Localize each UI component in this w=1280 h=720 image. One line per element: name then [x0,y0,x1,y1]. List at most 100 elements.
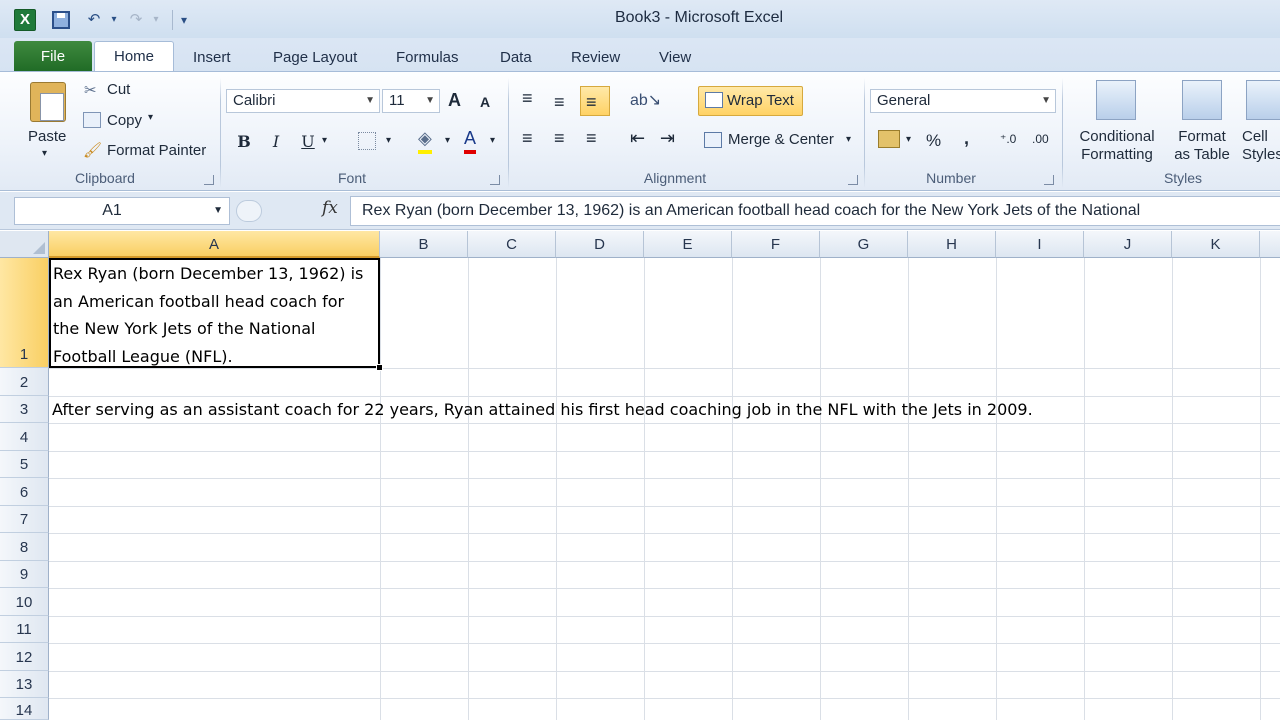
grow-font-icon[interactable]: A [448,90,461,111]
cut-button[interactable]: Cut [107,81,130,98]
grid-line [556,258,557,720]
increase-decimal-icon[interactable]: ⁺.0 [1000,132,1016,146]
paste-button[interactable]: Paste [28,128,66,145]
formula-input[interactable]: Rex Ryan (born December 13, 1962) is an … [350,196,1280,226]
row-header-6[interactable]: 6 [0,478,49,506]
row-header-14[interactable]: 14 [0,698,49,720]
bold-button[interactable]: B [232,130,256,154]
decrease-decimal-icon[interactable]: .00 [1032,132,1049,146]
cell-styles-label-2: Styles [1242,146,1280,163]
formula-bar-resize-handle[interactable] [236,200,262,222]
font-color-icon[interactable]: A [464,128,477,154]
column-header-b[interactable]: B [380,231,468,258]
tab-review[interactable]: Review [571,46,620,72]
decrease-indent-icon[interactable]: ⇤ [630,128,645,149]
row-header-11[interactable]: 11 [0,615,49,643]
borders-dropdown-icon[interactable]: ▾ [386,135,391,146]
comma-button[interactable]: , [964,128,969,149]
increase-indent-icon[interactable]: ⇥ [660,128,675,149]
format-as-table-icon[interactable] [1182,80,1222,120]
number-format-select[interactable]: General ▼ [870,89,1056,113]
tab-page-layout[interactable]: Page Layout [273,46,357,72]
row-header-10[interactable]: 10 [0,588,49,616]
orientation-icon[interactable]: ab↘ [630,90,661,110]
font-name-select[interactable]: Calibri ▼ [226,89,380,113]
font-size-select[interactable]: 11 ▼ [382,89,440,113]
cell-styles-button[interactable]: Cell Styles [1242,128,1280,164]
percent-button[interactable]: % [926,131,941,151]
italic-button[interactable]: I [264,130,288,154]
tab-formulas[interactable]: Formulas [396,46,459,72]
merge-dropdown-icon[interactable]: ▾ [846,134,851,145]
underline-button[interactable]: U [296,130,320,154]
grid-line [908,258,909,720]
name-box[interactable]: A1 ▼ [14,197,230,225]
row-header-5[interactable]: 5 [0,450,49,478]
align-top-icon[interactable]: ≡ [522,88,533,109]
align-center-icon[interactable]: ≡ [554,128,565,149]
align-middle-icon[interactable]: ≡ [554,92,565,113]
fill-color-icon[interactable]: ◈ [418,128,432,154]
column-header-partial[interactable] [1260,231,1280,258]
row-header-1[interactable]: 1 [0,258,49,368]
format-painter-icon[interactable]: 🖌 [83,141,102,159]
format-painter-button[interactable]: Format Painter [107,142,206,159]
align-left-icon[interactable]: ≡ [522,128,533,149]
paste-dropdown-icon[interactable]: ▾ [42,148,47,159]
row-header-3[interactable]: 3 [0,395,49,423]
merge-center-icon[interactable] [704,132,722,148]
column-header-d[interactable]: D [556,231,644,258]
column-header-a[interactable]: A [49,231,380,258]
underline-dropdown-icon[interactable]: ▾ [322,135,327,146]
row-header-4[interactable]: 4 [0,423,49,451]
currency-dropdown-icon[interactable]: ▾ [906,134,911,145]
borders-icon[interactable] [358,132,376,150]
select-all-button[interactable] [0,231,49,258]
column-header-g[interactable]: G [820,231,908,258]
column-header-i[interactable]: I [996,231,1084,258]
row-header-8[interactable]: 8 [0,533,49,561]
column-header-k[interactable]: K [1172,231,1260,258]
copy-icon[interactable] [83,112,101,128]
column-header-h[interactable]: H [908,231,996,258]
tab-home[interactable]: Home [94,41,174,73]
tab-file[interactable]: File [14,41,92,72]
font-size-value: 11 [389,92,405,109]
conditional-formatting-icon[interactable] [1096,80,1136,120]
format-as-table-button[interactable]: Format as Table [1166,128,1238,164]
cell-styles-icon[interactable] [1246,80,1280,120]
tab-data[interactable]: Data [500,46,532,72]
fill-handle[interactable] [376,364,383,371]
row-header-9[interactable]: 9 [0,560,49,588]
row-header-12[interactable]: 12 [0,643,49,671]
row-header-7[interactable]: 7 [0,505,49,533]
copy-dropdown-icon[interactable]: ▾ [148,112,153,123]
paste-icon[interactable] [30,82,66,122]
align-right-icon[interactable]: ≡ [586,128,597,149]
grid-line [49,670,1280,672]
merge-center-button[interactable]: Merge & Center [728,131,834,148]
font-color-dropdown-icon[interactable]: ▾ [490,135,495,146]
tab-insert[interactable]: Insert [193,46,231,72]
font-launcher-icon[interactable] [490,175,500,185]
alignment-launcher-icon[interactable] [848,175,858,185]
column-header-e[interactable]: E [644,231,732,258]
conditional-formatting-button[interactable]: Conditional Formatting [1070,128,1164,164]
cell-a1-line: Rex Ryan (born December 13, 1962) is [53,264,364,283]
column-header-f[interactable]: F [732,231,820,258]
copy-button[interactable]: Copy [107,112,142,129]
tab-view[interactable]: View [659,46,691,72]
row-header-2[interactable]: 2 [0,368,49,396]
column-header-c[interactable]: C [468,231,556,258]
cell-a3[interactable]: After serving as an assistant coach for … [52,396,1033,423]
cell-a1[interactable]: Rex Ryan (born December 13, 1962) is an … [49,258,380,368]
currency-icon[interactable] [878,130,900,148]
clipboard-launcher-icon[interactable] [204,175,214,185]
row-header-13[interactable]: 13 [0,670,49,698]
fill-color-dropdown-icon[interactable]: ▾ [445,135,450,146]
shrink-font-icon[interactable]: A [480,94,490,110]
column-header-j[interactable]: J [1084,231,1172,258]
insert-function-icon[interactable]: fx [322,198,338,218]
number-launcher-icon[interactable] [1044,175,1054,185]
cut-icon[interactable]: ✂ [84,81,97,99]
